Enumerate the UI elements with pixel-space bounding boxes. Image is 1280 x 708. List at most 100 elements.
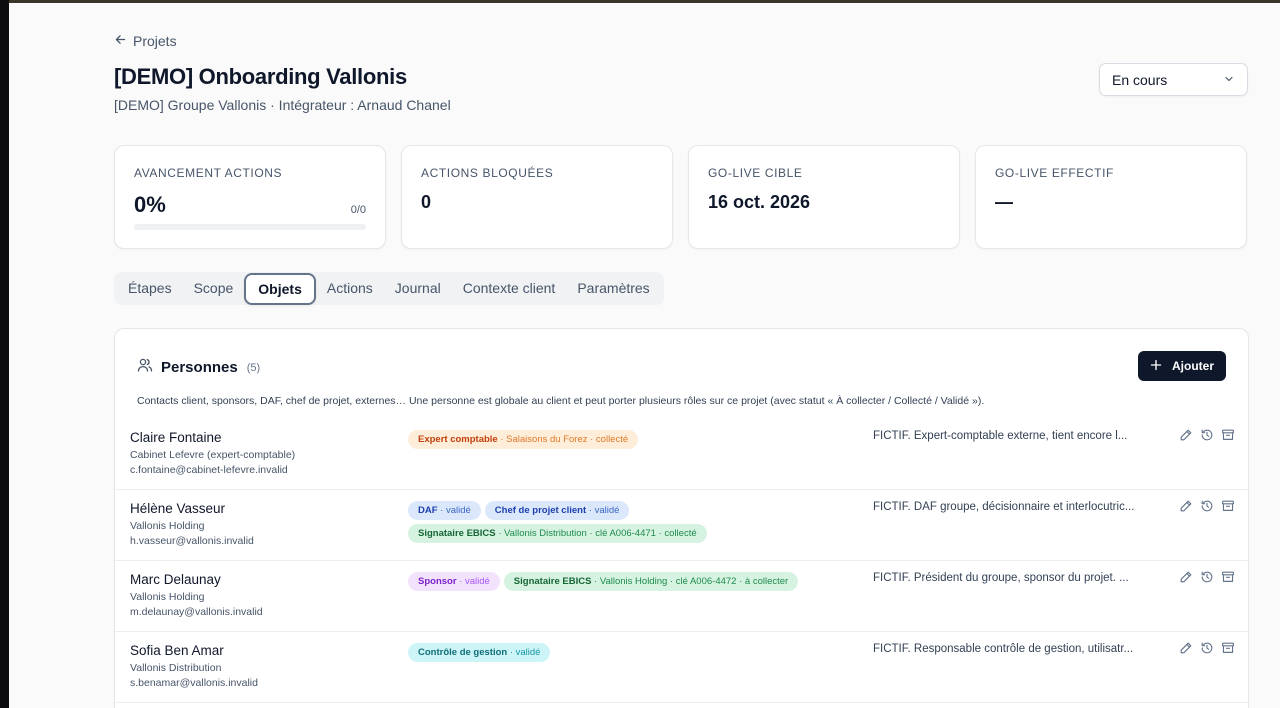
tab-objets[interactable]: Objets — [244, 272, 316, 305]
edit-icon[interactable] — [1179, 641, 1194, 656]
person-row[interactable]: Marc Delaunay Vallonis Holding m.delauna… — [115, 561, 1248, 632]
tab-contexte-client[interactable]: Contexte client — [452, 272, 567, 305]
stat-label: Go-live effectif — [995, 166, 1114, 180]
person-info: Sofia Ben Amar Vallonis Distribution s.b… — [130, 643, 258, 689]
add-person-button[interactable]: Ajouter — [1138, 351, 1226, 381]
panel-header: Personnes (5) — [137, 357, 260, 378]
person-email: h.vasseur@vallonis.invalid — [130, 535, 254, 547]
tab-bar: Étapes Scope Objets Actions Journal Cont… — [114, 272, 664, 305]
history-icon[interactable] — [1200, 499, 1215, 514]
person-organization: Cabinet Lefevre (expert-comptable) — [130, 449, 296, 461]
edit-icon[interactable] — [1179, 570, 1194, 585]
role-tag: DAF · validé — [408, 501, 481, 520]
panel-title: Personnes — [161, 359, 238, 376]
stat-label: Actions bloquées — [421, 166, 554, 180]
role-tags: Expert comptable · Salaisons du Forez · … — [408, 430, 848, 449]
archive-icon[interactable] — [1221, 428, 1236, 443]
add-button-label: Ajouter — [1172, 359, 1214, 373]
archive-icon[interactable] — [1221, 499, 1236, 514]
role-tag-status: · Salaisons du Forez · collecté — [497, 434, 629, 445]
row-actions — [1179, 499, 1236, 514]
archive-icon[interactable] — [1221, 641, 1236, 656]
panel-description: Contacts client, sponsors, DAF, chef de … — [137, 395, 985, 407]
role-tag-role: Expert comptable — [418, 434, 498, 445]
person-note: FICTIF. Expert-comptable externe, tient … — [873, 430, 1128, 442]
stat-value: 0% — [134, 192, 166, 217]
role-tags: Contrôle de gestion · validé — [408, 643, 848, 662]
role-tags: Sponsor · validé Signataire EBICS · Vallo… — [408, 572, 848, 591]
stat-count: 0/0 — [350, 204, 366, 216]
person-note: FICTIF. Responsable contrôle de gestion,… — [873, 643, 1134, 655]
person-row[interactable]: Claire Fontaine Cabinet Lefevre (expert-… — [115, 419, 1248, 490]
stat-card-golive-actual: Go-live effectif — — [975, 145, 1247, 249]
window-left-edge — [0, 0, 9, 708]
stat-card-progress: Avancement actions 0% 0/0 — [114, 145, 386, 249]
arrow-left-icon — [114, 33, 127, 49]
stat-card-blocked: Actions bloquées 0 — [401, 145, 673, 249]
history-icon[interactable] — [1200, 428, 1215, 443]
person-email: c.fontaine@cabinet-lefevre.invalid — [130, 464, 288, 476]
person-name: Claire Fontaine — [130, 430, 222, 445]
person-name: Sofia Ben Amar — [130, 643, 224, 658]
role-tag: Expert comptable · Salaisons du Forez · … — [408, 430, 639, 449]
role-tag: Chef de projet client · validé — [484, 501, 630, 520]
person-note: FICTIF. DAF groupe, décisionnaire et int… — [873, 501, 1135, 513]
status-select[interactable]: En cours — [1099, 63, 1248, 96]
role-tag: Signataire EBICS · Vallonis Holding · cl… — [503, 572, 799, 591]
stat-label: Go-live cible — [708, 166, 803, 180]
role-tag: Sponsor · validé — [408, 572, 500, 591]
edit-icon[interactable] — [1179, 499, 1194, 514]
role-tag-role: DAF — [418, 505, 438, 516]
stat-label: Avancement actions — [134, 166, 283, 180]
person-organization: Vallonis Distribution — [130, 662, 222, 674]
role-tags: DAF · validé Chef de projet client · vali… — [408, 501, 848, 543]
back-link-label: Projets — [133, 33, 177, 49]
role-tag-role: Signataire EBICS — [513, 576, 592, 587]
role-tag: Contrôle de gestion · validé — [408, 643, 551, 662]
users-icon — [137, 357, 153, 378]
stat-value: 16 oct. 2026 — [708, 192, 811, 212]
row-actions — [1179, 641, 1236, 656]
role-tag-status: · validé — [437, 505, 471, 516]
person-info: Hélène Vasseur Vallonis Holding h.vasseu… — [130, 501, 254, 547]
tab-actions[interactable]: Actions — [316, 272, 384, 305]
role-tag-status: · validé — [456, 576, 490, 587]
person-organization: Vallonis Holding — [130, 520, 205, 532]
tab-journal[interactable]: Journal — [384, 272, 452, 305]
person-note: FICTIF. Président du groupe, sponsor du … — [873, 572, 1129, 584]
archive-icon[interactable] — [1221, 570, 1236, 585]
people-list: Claire Fontaine Cabinet Lefevre (expert-… — [115, 419, 1248, 703]
role-tag-status: · validé — [586, 505, 620, 516]
stats-row: Avancement actions 0% 0/0 Actions bloqué… — [114, 145, 1247, 249]
role-tag: Signataire EBICS · Vallonis Distribution… — [408, 524, 707, 543]
status-select-value: En cours — [1112, 71, 1168, 88]
person-organization: Vallonis Holding — [130, 591, 205, 603]
stat-value: 0 — [421, 192, 432, 212]
back-link[interactable]: Projets — [114, 33, 177, 49]
role-tag-role: Chef de projet client — [494, 505, 587, 516]
stat-value: — — [995, 192, 1013, 212]
page-subtitle: [DEMO] Groupe Vallonis · Intégrateur : A… — [114, 97, 451, 113]
person-name: Marc Delaunay — [130, 572, 221, 587]
person-row[interactable]: Hélène Vasseur Vallonis Holding h.vasseu… — [115, 490, 1248, 561]
page-title: [DEMO] Onboarding Vallonis — [114, 64, 407, 89]
role-tag-role: Contrôle de gestion — [418, 647, 508, 658]
person-info: Claire Fontaine Cabinet Lefevre (expert-… — [130, 430, 295, 476]
person-row[interactable]: Sofia Ben Amar Vallonis Distribution s.b… — [115, 632, 1248, 703]
tab-scope[interactable]: Scope — [183, 272, 245, 305]
edit-icon[interactable] — [1179, 428, 1194, 443]
role-tag-role: Signataire EBICS — [418, 528, 496, 539]
stat-card-golive-target: Go-live cible 16 oct. 2026 — [688, 145, 960, 249]
role-tag-status: · Vallonis Holding · clé A006-4472 · à c… — [591, 576, 789, 587]
progress-bar — [134, 224, 366, 230]
role-tag-role: Sponsor — [418, 576, 457, 587]
person-email: s.benamar@vallonis.invalid — [130, 677, 258, 689]
tab-parametres[interactable]: Paramètres — [566, 272, 660, 305]
row-actions — [1179, 570, 1236, 585]
history-icon[interactable] — [1200, 570, 1215, 585]
history-icon[interactable] — [1200, 641, 1215, 656]
plus-icon — [1150, 359, 1162, 374]
row-actions — [1179, 428, 1236, 443]
tab-etapes[interactable]: Étapes — [117, 272, 183, 305]
role-tag-status: · validé — [507, 647, 541, 658]
